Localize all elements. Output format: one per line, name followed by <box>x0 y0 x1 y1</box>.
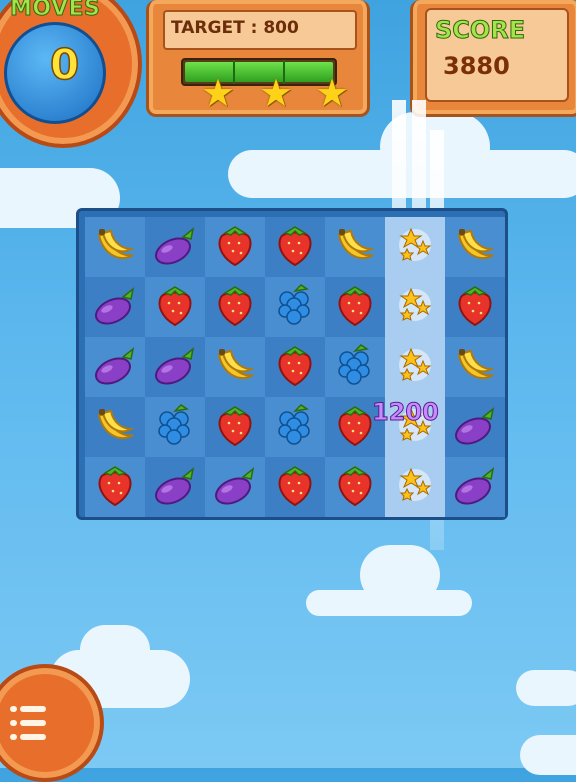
strawberry-icon <box>271 221 319 273</box>
board-cell[interactable] <box>385 337 445 397</box>
combo-score-popup: 1200 <box>372 398 440 427</box>
board-cell[interactable] <box>445 337 505 397</box>
board-cell[interactable] <box>385 217 445 277</box>
grapes-icon <box>271 401 319 453</box>
star-burst-icon <box>391 221 439 273</box>
star-burst-icon <box>391 281 439 333</box>
strawberry-icon <box>211 401 259 453</box>
eggplant-icon <box>151 221 199 273</box>
banana-icon <box>211 341 259 393</box>
eggplant-icon <box>451 401 499 453</box>
strawberry-icon <box>151 281 199 333</box>
board-cell[interactable] <box>385 277 445 337</box>
board-cell[interactable] <box>205 337 265 397</box>
board-cell[interactable] <box>385 457 445 517</box>
strawberry-icon <box>271 461 319 513</box>
star-burst-icon <box>391 461 439 513</box>
star-burst-icon <box>391 341 439 393</box>
strawberry-icon <box>211 221 259 273</box>
board-cell[interactable] <box>325 217 385 277</box>
eggplant-icon <box>91 281 139 333</box>
star-icon: ★ <box>201 71 236 115</box>
board-cell[interactable] <box>445 457 505 517</box>
banana-icon <box>91 401 139 453</box>
score-panel: SCORE 3880 <box>410 0 576 117</box>
board-cell[interactable] <box>265 337 325 397</box>
board-cell[interactable] <box>445 217 505 277</box>
banana-icon <box>91 221 139 273</box>
board-cell[interactable] <box>445 397 505 457</box>
eggplant-icon <box>151 341 199 393</box>
board-cell[interactable] <box>85 397 145 457</box>
banana-icon <box>451 221 499 273</box>
cloud <box>520 735 576 775</box>
board-cell[interactable] <box>85 337 145 397</box>
star-icon: ★ <box>259 71 294 115</box>
banana-icon <box>331 221 379 273</box>
strawberry-icon <box>331 461 379 513</box>
eggplant-icon <box>211 461 259 513</box>
board-cell[interactable] <box>85 457 145 517</box>
eggplant-icon <box>91 341 139 393</box>
board-cell[interactable] <box>145 217 205 277</box>
board-cell[interactable] <box>85 217 145 277</box>
game-board <box>76 208 508 520</box>
board-cell[interactable] <box>85 277 145 337</box>
board-cell[interactable] <box>145 337 205 397</box>
board-cell[interactable] <box>205 277 265 337</box>
board-cell[interactable] <box>145 397 205 457</box>
banana-icon <box>451 341 499 393</box>
board-cell[interactable] <box>205 457 265 517</box>
board-cell[interactable] <box>265 277 325 337</box>
eggplant-icon <box>451 461 499 513</box>
target-panel: TARGET : 800 ★ ★ ★ <box>146 0 370 117</box>
moves-value: 0 <box>49 39 80 90</box>
score-label: SCORE <box>434 16 526 45</box>
board-cell[interactable] <box>145 277 205 337</box>
cloud <box>516 670 576 706</box>
strawberry-icon <box>451 281 499 333</box>
moves-label: MOVES <box>9 0 101 22</box>
board-cell[interactable] <box>145 457 205 517</box>
score-value: 3880 <box>443 52 510 80</box>
board-cell[interactable] <box>265 217 325 277</box>
board-cell[interactable] <box>205 397 265 457</box>
eggplant-icon <box>151 461 199 513</box>
grapes-icon <box>271 281 319 333</box>
board-cell[interactable] <box>325 337 385 397</box>
strawberry-icon <box>91 461 139 513</box>
board-cell[interactable] <box>205 217 265 277</box>
moves-badge: MOVES 0 <box>0 0 142 148</box>
board-cell[interactable] <box>445 277 505 337</box>
strawberry-icon <box>331 281 379 333</box>
strawberry-icon <box>271 341 319 393</box>
board-grid <box>85 217 505 517</box>
board-cell[interactable] <box>325 277 385 337</box>
target-label: TARGET : 800 <box>171 18 299 38</box>
board-cell[interactable] <box>265 457 325 517</box>
board-cell[interactable] <box>265 397 325 457</box>
cloud <box>306 590 472 616</box>
star-icon: ★ <box>315 71 350 115</box>
grapes-icon <box>151 401 199 453</box>
strawberry-icon <box>211 281 259 333</box>
grapes-icon <box>331 341 379 393</box>
board-cell[interactable] <box>325 457 385 517</box>
